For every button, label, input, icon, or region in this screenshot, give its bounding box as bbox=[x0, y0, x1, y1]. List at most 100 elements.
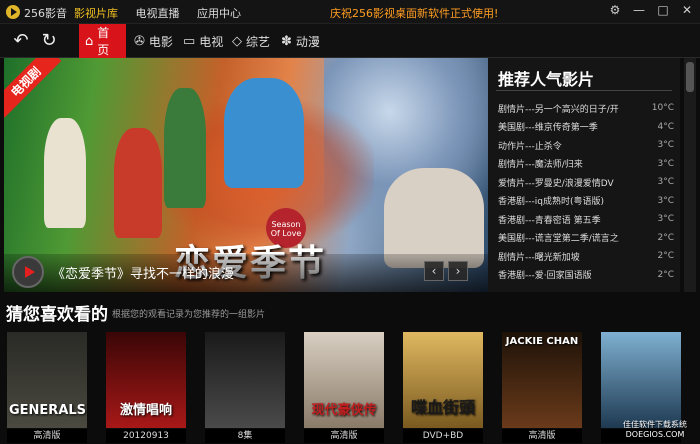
nav-home[interactable]: ⌂ 首页 bbox=[79, 24, 126, 58]
hero-figure bbox=[114, 128, 162, 238]
title-bar: 256影音 影视片库 电视直播 应用中心 庆祝256影视桌面新软件正式使用! ⚙… bbox=[0, 0, 700, 24]
maximize-icon[interactable]: □ bbox=[656, 3, 670, 17]
nav-home-label: 首页 bbox=[97, 26, 110, 57]
topnav-library[interactable]: 影视片库 bbox=[74, 7, 118, 20]
settings-icon[interactable]: ⚙ bbox=[608, 3, 622, 17]
list-item[interactable]: 剧情片---另一个高兴的日子/开 10°C bbox=[498, 99, 674, 118]
poster-caption: DVD+BD bbox=[403, 429, 483, 443]
list-item-heat: 10°C bbox=[651, 103, 674, 114]
recommend-subtitle: 根据您的观看记录为您推荐的一组影片 bbox=[112, 310, 266, 320]
list-item-title: 美国剧---谎言堂第二季/谎言之 bbox=[498, 234, 619, 245]
hero-figure bbox=[384, 168, 484, 268]
minimize-icon[interactable]: — bbox=[632, 3, 646, 17]
poster-image bbox=[205, 332, 285, 428]
list-item-heat: 3°C bbox=[657, 158, 674, 169]
next-arrow-icon[interactable]: › bbox=[448, 261, 468, 281]
film-reel-icon: ✇ bbox=[134, 33, 145, 49]
poster-caption: 高清版 bbox=[7, 429, 87, 443]
scrollbar[interactable] bbox=[684, 58, 696, 292]
paw-icon: ✽ bbox=[281, 33, 292, 49]
poster-caption: 8集 bbox=[205, 429, 285, 443]
refresh-icon[interactable]: ↻ bbox=[38, 30, 60, 52]
close-icon[interactable]: ✕ bbox=[680, 3, 694, 17]
popular-panel-title: 推荐人气影片 bbox=[498, 70, 595, 89]
tv-icon: ▭ bbox=[183, 33, 196, 49]
poster-caption: 高清版 bbox=[502, 429, 582, 443]
poster-caption: 20120913 bbox=[106, 429, 186, 443]
poster-card[interactable]: 喋血街頭 DVD+BD bbox=[403, 332, 483, 444]
list-item-heat: 2°C bbox=[657, 269, 674, 280]
list-item-title: 剧情片---曙光新加坡 bbox=[498, 252, 580, 263]
toolbar: ↶ ↻ ⌂ 首页 ✇ 电影 ▭ 电视 ◇ 综艺 ✽ 动漫 bbox=[0, 24, 700, 58]
list-item[interactable]: 香港剧---iq成熟时(粤语版) 3°C bbox=[498, 192, 674, 211]
topnav-tv-live[interactable]: 电视直播 bbox=[136, 7, 180, 20]
list-item[interactable]: 香港剧---爱·回家国语版 2°C bbox=[498, 266, 674, 285]
hero-ribbon: 电视剧 bbox=[4, 58, 62, 118]
list-item-title: 剧情片---另一个高兴的日子/开 bbox=[498, 104, 619, 115]
watermark: 佳佳软件下载系统 DOEGIOS.COM bbox=[623, 420, 687, 439]
poster-card[interactable]: 现代豪侠传 高清版 bbox=[304, 332, 384, 444]
list-item[interactable]: 爱情片---罗曼史/浪漫爱情DV 3°C bbox=[498, 173, 674, 192]
list-item-heat: 3°C bbox=[657, 214, 674, 225]
list-item-heat: 4°C bbox=[657, 121, 674, 132]
recommend-title: 猜您喜欢看的 bbox=[6, 305, 108, 325]
list-item-heat: 2°C bbox=[657, 251, 674, 262]
list-item[interactable]: 美国剧---谎言堂第二季/谎言之 2°C bbox=[498, 229, 674, 248]
list-item-title: 香港剧---iq成熟时(粤语版) bbox=[498, 197, 604, 208]
divider bbox=[496, 90, 672, 91]
list-item[interactable]: 剧情片---魔法师/归来 3°C bbox=[498, 155, 674, 174]
poster-card[interactable]: 8集 bbox=[205, 332, 285, 444]
poster-image: 激情唱响 bbox=[106, 332, 186, 428]
list-item-heat: 3°C bbox=[657, 140, 674, 151]
popular-panel: 推荐人气影片 剧情片---另一个高兴的日子/开 10°C 美国剧---维京传奇第一… bbox=[488, 58, 680, 292]
list-item-heat: 3°C bbox=[657, 195, 674, 206]
list-item-title: 动作片---止杀令 bbox=[498, 141, 562, 152]
play-button[interactable] bbox=[12, 256, 44, 288]
poster-title: 喋血街頭 bbox=[410, 398, 475, 417]
list-item-heat: 3°C bbox=[657, 177, 674, 188]
list-item-title: 香港剧---爱·回家国语版 bbox=[498, 271, 592, 282]
nav-variety[interactable]: ◇ 综艺 bbox=[226, 24, 276, 58]
nav-movies-label: 电影 bbox=[148, 34, 173, 49]
topnav-app-center[interactable]: 应用中心 bbox=[197, 7, 241, 20]
poster-title: 现代豪侠传 bbox=[311, 403, 377, 418]
hero-figure bbox=[164, 88, 206, 208]
poster-caption: 高清版 bbox=[304, 429, 384, 443]
poster-title: JACKIE CHAN bbox=[505, 336, 579, 347]
nav-tv-label: 电视 bbox=[199, 34, 224, 49]
list-item[interactable]: 剧情片---曙光新加坡 2°C bbox=[498, 247, 674, 266]
hero-figure bbox=[44, 118, 86, 228]
list-item-title: 爱情片---罗曼史/浪漫爱情DV bbox=[498, 178, 614, 189]
hero-banner[interactable]: 电视剧 Season Of Love 恋爱季节 《恋爱季节》寻找不一样的浪漫 ‹… bbox=[4, 58, 488, 292]
prev-arrow-icon[interactable]: ‹ bbox=[424, 261, 444, 281]
list-item-title: 美国剧---维京传奇第一季 bbox=[498, 123, 598, 134]
promo-text[interactable]: 庆祝256影视桌面新软件正式使用! bbox=[330, 5, 498, 21]
nav-variety-label: 综艺 bbox=[246, 34, 271, 49]
home-icon: ⌂ bbox=[85, 33, 94, 49]
poster-image: GENERALS bbox=[7, 332, 87, 428]
nav-anime[interactable]: ✽ 动漫 bbox=[275, 24, 326, 58]
app-logo-icon bbox=[6, 5, 20, 19]
back-icon[interactable]: ↶ bbox=[10, 30, 32, 52]
nav-tv[interactable]: ▭ 电视 bbox=[177, 24, 229, 58]
hero-caption[interactable]: 《恋爱季节》寻找不一样的浪漫 bbox=[52, 263, 234, 282]
poster-image: JACKIE CHAN bbox=[502, 332, 582, 428]
nav-anime-label: 动漫 bbox=[295, 34, 320, 49]
poster-card[interactable]: 激情唱响 20120913 bbox=[106, 332, 186, 444]
diamond-icon: ◇ bbox=[232, 33, 242, 49]
poster-card[interactable]: JACKIE CHAN 高清版 bbox=[502, 332, 582, 444]
list-item-title: 剧情片---魔法师/归来 bbox=[498, 160, 583, 171]
poster-image bbox=[601, 332, 681, 428]
nav-movies[interactable]: ✇ 电影 bbox=[128, 24, 179, 58]
app-name: 256影音 bbox=[24, 7, 67, 20]
scrollbar-thumb[interactable] bbox=[686, 62, 694, 92]
poster-title: 激情唱响 bbox=[119, 403, 172, 418]
poster-card[interactable]: GENERALS 高清版 bbox=[7, 332, 87, 444]
popular-list: 剧情片---另一个高兴的日子/开 10°C 美国剧---维京传奇第一季 4°C 动作… bbox=[498, 99, 674, 284]
hero-figure bbox=[224, 78, 304, 188]
list-item[interactable]: 香港剧---青春密语 第五季 3°C bbox=[498, 210, 674, 229]
list-item[interactable]: 美国剧---维京传奇第一季 4°C bbox=[498, 118, 674, 137]
list-item[interactable]: 动作片---止杀令 3°C bbox=[498, 136, 674, 155]
poster-row: GENERALS 高清版 激情唱响 20120913 8集 现代豪侠传 高清版 … bbox=[7, 332, 700, 444]
list-item-heat: 2°C bbox=[657, 232, 674, 243]
